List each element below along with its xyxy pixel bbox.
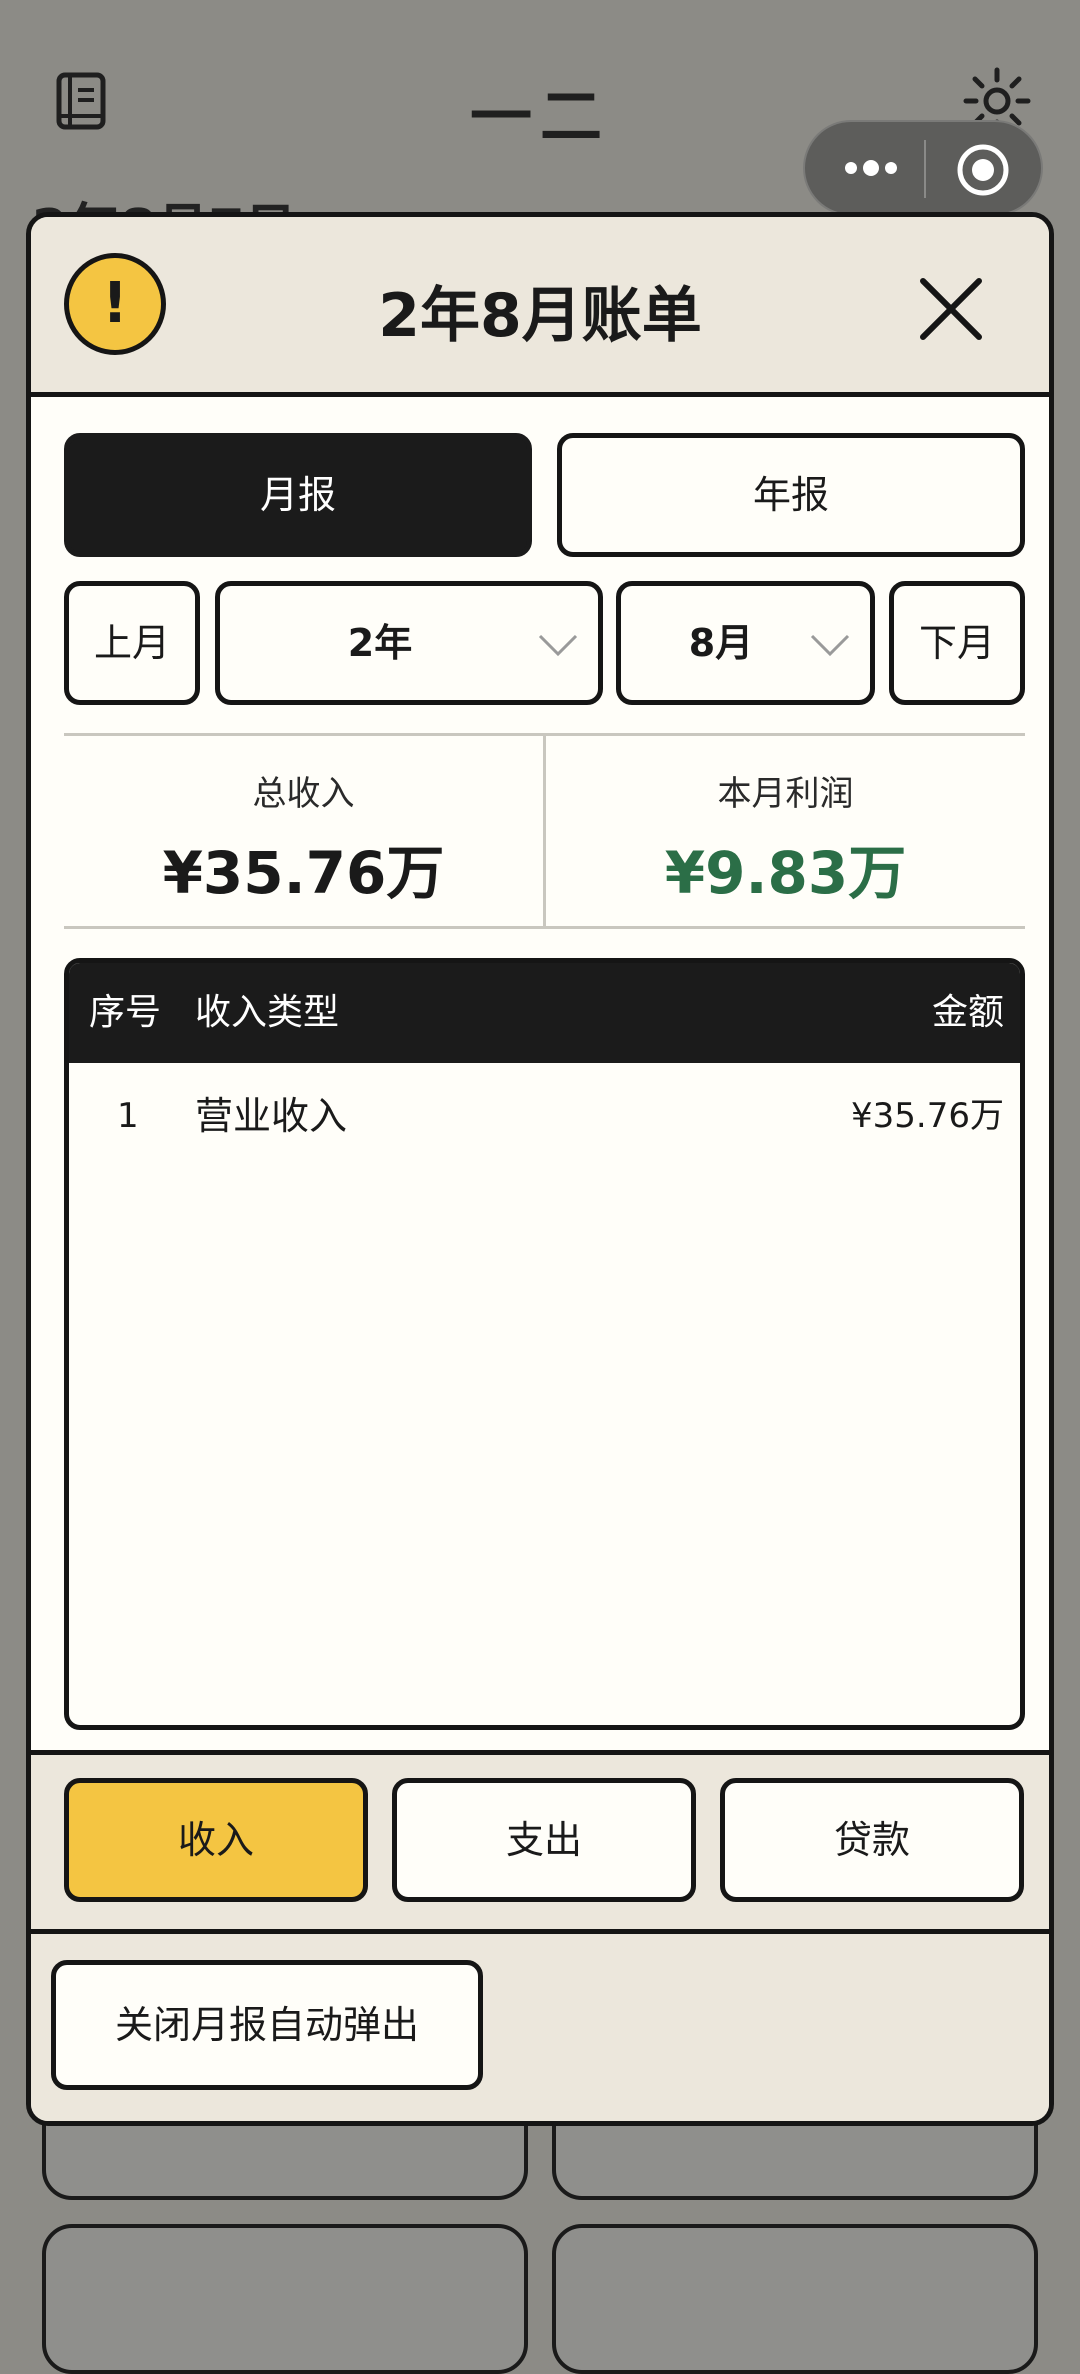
expense-tab-button[interactable]: 支出 — [392, 1778, 696, 1902]
chevron-down-icon — [538, 634, 578, 657]
income-table: 序号 收入类型 金额 1 营业收入 ¥35.76万 — [64, 958, 1025, 1730]
mini-program-capsule — [803, 120, 1043, 216]
bill-modal: ! 2年8月账单 月报 年报 上月 2年 8月 下月 总收入 ¥35.76万 本… — [26, 212, 1054, 2126]
tab-monthly-report[interactable]: 月报 — [64, 433, 532, 557]
row-index: 1 — [117, 1096, 139, 1136]
background-card — [552, 2224, 1038, 2374]
monthly-profit-cell: 本月利润 ¥9.83万 — [546, 736, 1025, 926]
summary-panel: 总收入 ¥35.76万 本月利润 ¥9.83万 — [64, 733, 1025, 929]
disable-auto-popup-button[interactable]: 关闭月报自动弹出 — [51, 1960, 483, 2090]
column-header-index: 序号 — [89, 992, 162, 1033]
prev-month-button[interactable]: 上月 — [64, 581, 200, 705]
close-icon[interactable] — [911, 269, 991, 349]
loan-tab-button[interactable]: 贷款 — [720, 1778, 1024, 1902]
total-income-value: ¥35.76万 — [162, 839, 445, 907]
category-tabs: 收入 支出 贷款 — [31, 1750, 1049, 1934]
column-header-amount: 金额 — [931, 992, 1004, 1033]
capsule-divider — [924, 140, 926, 198]
year-select[interactable]: 2年 — [215, 581, 603, 705]
more-dots-icon[interactable] — [841, 156, 901, 180]
tab-yearly-report[interactable]: 年报 — [557, 433, 1025, 557]
row-type: 营业收入 — [195, 1094, 348, 1138]
modal-title: 2年8月账单 — [378, 281, 702, 351]
next-month-button[interactable]: 下月 — [889, 581, 1025, 705]
table-header: 序号 收入类型 金额 — [69, 963, 1020, 1063]
income-tab-button[interactable]: 收入 — [64, 1778, 368, 1902]
year-select-value: 2年 — [347, 621, 413, 665]
month-select-value: 8月 — [688, 621, 754, 665]
background-card — [42, 2224, 528, 2374]
row-amount: ¥35.76万 — [851, 1096, 1004, 1136]
total-income-cell: 总收入 ¥35.76万 — [64, 736, 543, 926]
modal-footer: 关闭月报自动弹出 — [31, 1934, 1049, 2121]
monthly-profit-label: 本月利润 — [717, 774, 854, 814]
chevron-down-icon — [810, 634, 850, 657]
table-row: 1 营业收入 ¥35.76万 — [69, 1063, 1020, 1169]
month-select[interactable]: 8月 — [616, 581, 875, 705]
record-icon[interactable] — [955, 142, 1011, 198]
monthly-profit-value: ¥9.83万 — [664, 839, 907, 907]
modal-header: ! 2年8月账单 — [31, 217, 1049, 397]
total-income-label: 总收入 — [252, 774, 355, 814]
column-header-type: 收入类型 — [195, 992, 340, 1033]
